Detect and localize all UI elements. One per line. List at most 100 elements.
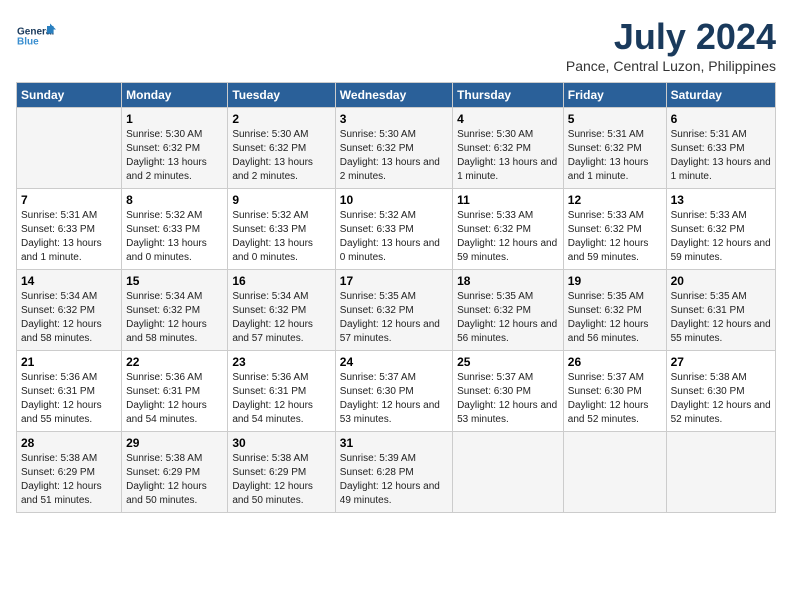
day-cell: 23 Sunrise: 5:36 AMSunset: 6:31 PMDaylig… — [228, 351, 335, 432]
day-number: 28 — [21, 436, 117, 450]
day-cell: 29 Sunrise: 5:38 AMSunset: 6:29 PMDaylig… — [122, 432, 228, 513]
day-info: Sunrise: 5:31 AMSunset: 6:33 PMDaylight:… — [21, 209, 117, 265]
week-row-2: 7 Sunrise: 5:31 AMSunset: 6:33 PMDayligh… — [17, 189, 776, 270]
subtitle: Pance, Central Luzon, Philippines — [566, 58, 776, 74]
day-cell: 16 Sunrise: 5:34 AMSunset: 6:32 PMDaylig… — [228, 270, 335, 351]
day-number: 9 — [232, 193, 330, 207]
day-number: 25 — [457, 355, 559, 369]
day-info: Sunrise: 5:35 AMSunset: 6:32 PMDaylight:… — [568, 290, 662, 346]
day-info: Sunrise: 5:37 AMSunset: 6:30 PMDaylight:… — [568, 371, 662, 427]
day-cell: 27 Sunrise: 5:38 AMSunset: 6:30 PMDaylig… — [666, 351, 775, 432]
day-cell: 12 Sunrise: 5:33 AMSunset: 6:32 PMDaylig… — [563, 189, 666, 270]
day-cell: 4 Sunrise: 5:30 AMSunset: 6:32 PMDayligh… — [453, 108, 564, 189]
day-number: 3 — [340, 112, 448, 126]
day-number: 4 — [457, 112, 559, 126]
day-cell: 13 Sunrise: 5:33 AMSunset: 6:32 PMDaylig… — [666, 189, 775, 270]
day-cell: 8 Sunrise: 5:32 AMSunset: 6:33 PMDayligh… — [122, 189, 228, 270]
calendar-table: SundayMondayTuesdayWednesdayThursdayFrid… — [16, 82, 776, 513]
day-number: 18 — [457, 274, 559, 288]
day-info: Sunrise: 5:35 AMSunset: 6:32 PMDaylight:… — [457, 290, 559, 346]
header-cell-saturday: Saturday — [666, 83, 775, 108]
day-number: 1 — [126, 112, 223, 126]
day-info: Sunrise: 5:32 AMSunset: 6:33 PMDaylight:… — [126, 209, 223, 265]
header-cell-sunday: Sunday — [17, 83, 122, 108]
day-number: 11 — [457, 193, 559, 207]
day-cell — [17, 108, 122, 189]
day-number: 29 — [126, 436, 223, 450]
day-cell: 7 Sunrise: 5:31 AMSunset: 6:33 PMDayligh… — [17, 189, 122, 270]
title-section: July 2024 Pance, Central Luzon, Philippi… — [566, 16, 776, 74]
page-header: General Blue July 2024 Pance, Central Lu… — [16, 16, 776, 74]
logo-graphic: General Blue — [16, 16, 56, 56]
day-cell: 14 Sunrise: 5:34 AMSunset: 6:32 PMDaylig… — [17, 270, 122, 351]
day-info: Sunrise: 5:30 AMSunset: 6:32 PMDaylight:… — [126, 128, 223, 184]
day-info: Sunrise: 5:30 AMSunset: 6:32 PMDaylight:… — [232, 128, 330, 184]
day-number: 26 — [568, 355, 662, 369]
header-cell-thursday: Thursday — [453, 83, 564, 108]
week-row-1: 1 Sunrise: 5:30 AMSunset: 6:32 PMDayligh… — [17, 108, 776, 189]
day-number: 21 — [21, 355, 117, 369]
day-info: Sunrise: 5:30 AMSunset: 6:32 PMDaylight:… — [340, 128, 448, 184]
day-number: 17 — [340, 274, 448, 288]
day-info: Sunrise: 5:36 AMSunset: 6:31 PMDaylight:… — [21, 371, 117, 427]
day-cell: 26 Sunrise: 5:37 AMSunset: 6:30 PMDaylig… — [563, 351, 666, 432]
day-cell: 20 Sunrise: 5:35 AMSunset: 6:31 PMDaylig… — [666, 270, 775, 351]
day-info: Sunrise: 5:31 AMSunset: 6:32 PMDaylight:… — [568, 128, 662, 184]
day-info: Sunrise: 5:32 AMSunset: 6:33 PMDaylight:… — [340, 209, 448, 265]
day-info: Sunrise: 5:34 AMSunset: 6:32 PMDaylight:… — [232, 290, 330, 346]
day-cell: 1 Sunrise: 5:30 AMSunset: 6:32 PMDayligh… — [122, 108, 228, 189]
day-cell — [563, 432, 666, 513]
week-row-4: 21 Sunrise: 5:36 AMSunset: 6:31 PMDaylig… — [17, 351, 776, 432]
day-cell: 30 Sunrise: 5:38 AMSunset: 6:29 PMDaylig… — [228, 432, 335, 513]
day-cell: 17 Sunrise: 5:35 AMSunset: 6:32 PMDaylig… — [335, 270, 452, 351]
day-cell: 6 Sunrise: 5:31 AMSunset: 6:33 PMDayligh… — [666, 108, 775, 189]
day-number: 31 — [340, 436, 448, 450]
day-cell: 5 Sunrise: 5:31 AMSunset: 6:32 PMDayligh… — [563, 108, 666, 189]
day-number: 19 — [568, 274, 662, 288]
day-cell: 11 Sunrise: 5:33 AMSunset: 6:32 PMDaylig… — [453, 189, 564, 270]
main-title: July 2024 — [566, 16, 776, 58]
day-number: 12 — [568, 193, 662, 207]
day-info: Sunrise: 5:34 AMSunset: 6:32 PMDaylight:… — [126, 290, 223, 346]
day-info: Sunrise: 5:39 AMSunset: 6:28 PMDaylight:… — [340, 452, 448, 508]
header-cell-monday: Monday — [122, 83, 228, 108]
day-cell: 2 Sunrise: 5:30 AMSunset: 6:32 PMDayligh… — [228, 108, 335, 189]
day-number: 8 — [126, 193, 223, 207]
day-info: Sunrise: 5:35 AMSunset: 6:31 PMDaylight:… — [671, 290, 771, 346]
day-info: Sunrise: 5:36 AMSunset: 6:31 PMDaylight:… — [126, 371, 223, 427]
day-info: Sunrise: 5:38 AMSunset: 6:29 PMDaylight:… — [126, 452, 223, 508]
day-info: Sunrise: 5:33 AMSunset: 6:32 PMDaylight:… — [671, 209, 771, 265]
logo: General Blue — [16, 16, 56, 56]
day-info: Sunrise: 5:33 AMSunset: 6:32 PMDaylight:… — [568, 209, 662, 265]
day-info: Sunrise: 5:38 AMSunset: 6:29 PMDaylight:… — [21, 452, 117, 508]
day-number: 22 — [126, 355, 223, 369]
day-info: Sunrise: 5:36 AMSunset: 6:31 PMDaylight:… — [232, 371, 330, 427]
day-number: 23 — [232, 355, 330, 369]
day-number: 2 — [232, 112, 330, 126]
day-info: Sunrise: 5:30 AMSunset: 6:32 PMDaylight:… — [457, 128, 559, 184]
week-row-3: 14 Sunrise: 5:34 AMSunset: 6:32 PMDaylig… — [17, 270, 776, 351]
day-info: Sunrise: 5:37 AMSunset: 6:30 PMDaylight:… — [340, 371, 448, 427]
day-info: Sunrise: 5:33 AMSunset: 6:32 PMDaylight:… — [457, 209, 559, 265]
day-number: 24 — [340, 355, 448, 369]
day-cell: 3 Sunrise: 5:30 AMSunset: 6:32 PMDayligh… — [335, 108, 452, 189]
day-cell: 21 Sunrise: 5:36 AMSunset: 6:31 PMDaylig… — [17, 351, 122, 432]
day-info: Sunrise: 5:37 AMSunset: 6:30 PMDaylight:… — [457, 371, 559, 427]
day-cell: 10 Sunrise: 5:32 AMSunset: 6:33 PMDaylig… — [335, 189, 452, 270]
day-number: 15 — [126, 274, 223, 288]
day-cell: 25 Sunrise: 5:37 AMSunset: 6:30 PMDaylig… — [453, 351, 564, 432]
day-info: Sunrise: 5:32 AMSunset: 6:33 PMDaylight:… — [232, 209, 330, 265]
day-number: 20 — [671, 274, 771, 288]
day-cell: 31 Sunrise: 5:39 AMSunset: 6:28 PMDaylig… — [335, 432, 452, 513]
day-number: 7 — [21, 193, 117, 207]
day-cell: 24 Sunrise: 5:37 AMSunset: 6:30 PMDaylig… — [335, 351, 452, 432]
day-number: 14 — [21, 274, 117, 288]
day-cell: 19 Sunrise: 5:35 AMSunset: 6:32 PMDaylig… — [563, 270, 666, 351]
day-cell: 22 Sunrise: 5:36 AMSunset: 6:31 PMDaylig… — [122, 351, 228, 432]
day-info: Sunrise: 5:38 AMSunset: 6:29 PMDaylight:… — [232, 452, 330, 508]
day-number: 10 — [340, 193, 448, 207]
day-cell: 9 Sunrise: 5:32 AMSunset: 6:33 PMDayligh… — [228, 189, 335, 270]
day-cell — [666, 432, 775, 513]
day-cell: 18 Sunrise: 5:35 AMSunset: 6:32 PMDaylig… — [453, 270, 564, 351]
header-cell-wednesday: Wednesday — [335, 83, 452, 108]
